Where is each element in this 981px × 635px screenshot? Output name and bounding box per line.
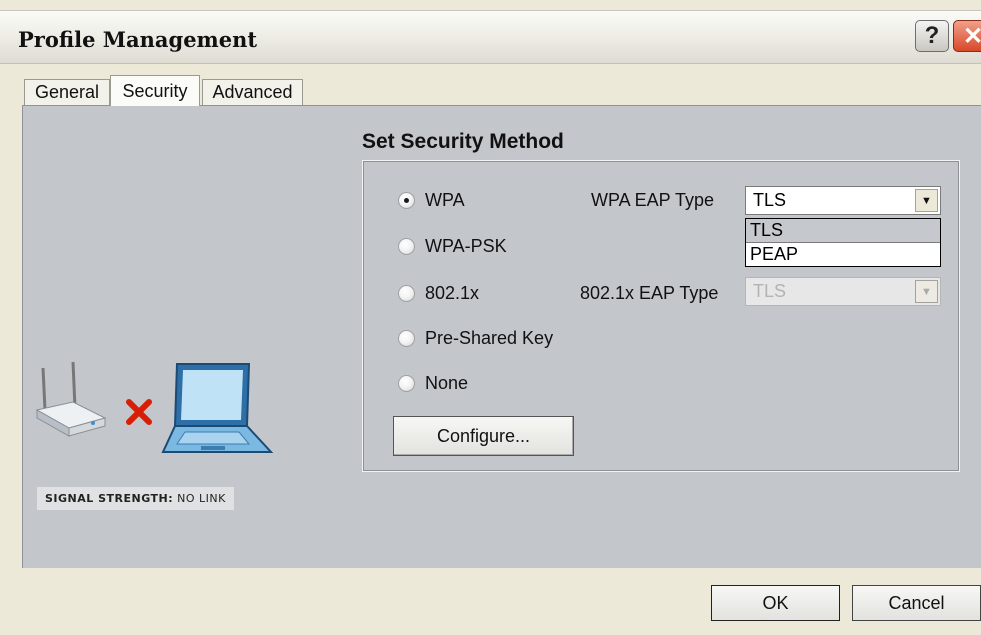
- close-button[interactable]: ✕: [953, 20, 981, 52]
- security-group-title: Set Security Method: [362, 130, 564, 153]
- profile-management-dialog: Profile Management ? ✕ General Security …: [0, 0, 981, 635]
- wpa-eap-type-dropdown-list: TLS PEAP: [745, 218, 941, 267]
- radio-button[interactable]: [398, 237, 415, 255]
- tab-general[interactable]: General: [24, 79, 110, 105]
- help-icon: ?: [924, 22, 940, 49]
- radio-label: WPA: [425, 189, 465, 210]
- radio-none[interactable]: None: [398, 370, 468, 396]
- wpa-eap-type-label: WPA EAP Type: [591, 190, 715, 210]
- signal-strength-indicator: SIGNAL STRENGTH: NO LINK: [37, 487, 234, 510]
- radio-wpa-psk[interactable]: WPA-PSK: [398, 233, 507, 259]
- window-title: Profile Management: [18, 27, 258, 52]
- radio-label: 802.1x: [425, 282, 480, 303]
- title-bar: Profile Management ? ✕: [0, 10, 981, 64]
- configure-button[interactable]: Configure...: [393, 416, 574, 456]
- laptop-icon: [161, 363, 274, 453]
- radio-button[interactable]: [398, 374, 415, 392]
- 8021x-eap-type-select: TLS ▼: [745, 277, 941, 306]
- cancel-button[interactable]: Cancel: [852, 585, 981, 621]
- x-mark-icon: [126, 399, 152, 425]
- help-button[interactable]: ?: [915, 20, 949, 52]
- connection-illustration: [35, 361, 274, 453]
- router-icon: [35, 361, 107, 437]
- ok-button[interactable]: OK: [711, 585, 840, 621]
- 8021x-eap-type-value: TLS: [753, 281, 787, 301]
- signal-strength-value: NO LINK: [177, 492, 226, 505]
- signal-strength-label: SIGNAL STRENGTH:: [45, 492, 174, 505]
- radio-button[interactable]: [398, 284, 415, 302]
- radio-wpa[interactable]: WPA: [398, 187, 465, 213]
- radio-button[interactable]: [398, 329, 415, 347]
- dropdown-option-tls[interactable]: TLS: [746, 219, 940, 243]
- chevron-down-icon[interactable]: ▼: [915, 189, 938, 212]
- tab-advanced[interactable]: Advanced: [202, 79, 303, 105]
- dropdown-option-peap[interactable]: PEAP: [746, 243, 940, 266]
- wpa-eap-type-value: TLS: [753, 190, 787, 210]
- radio-pre-shared-key[interactable]: Pre-Shared Key: [398, 325, 553, 351]
- 8021x-eap-type-label: 802.1x EAP Type: [580, 283, 719, 303]
- tab-security[interactable]: Security: [110, 75, 200, 106]
- radio-8021x[interactable]: 802.1x: [398, 280, 479, 306]
- radio-label: WPA-PSK: [425, 235, 507, 256]
- radio-label: Pre-Shared Key: [425, 327, 554, 348]
- chevron-down-icon: ▼: [915, 280, 938, 303]
- radio-label: None: [425, 372, 469, 393]
- radio-button-selected[interactable]: [398, 191, 415, 209]
- close-icon: ✕: [962, 22, 981, 50]
- wpa-eap-type-select[interactable]: TLS ▼: [745, 186, 941, 215]
